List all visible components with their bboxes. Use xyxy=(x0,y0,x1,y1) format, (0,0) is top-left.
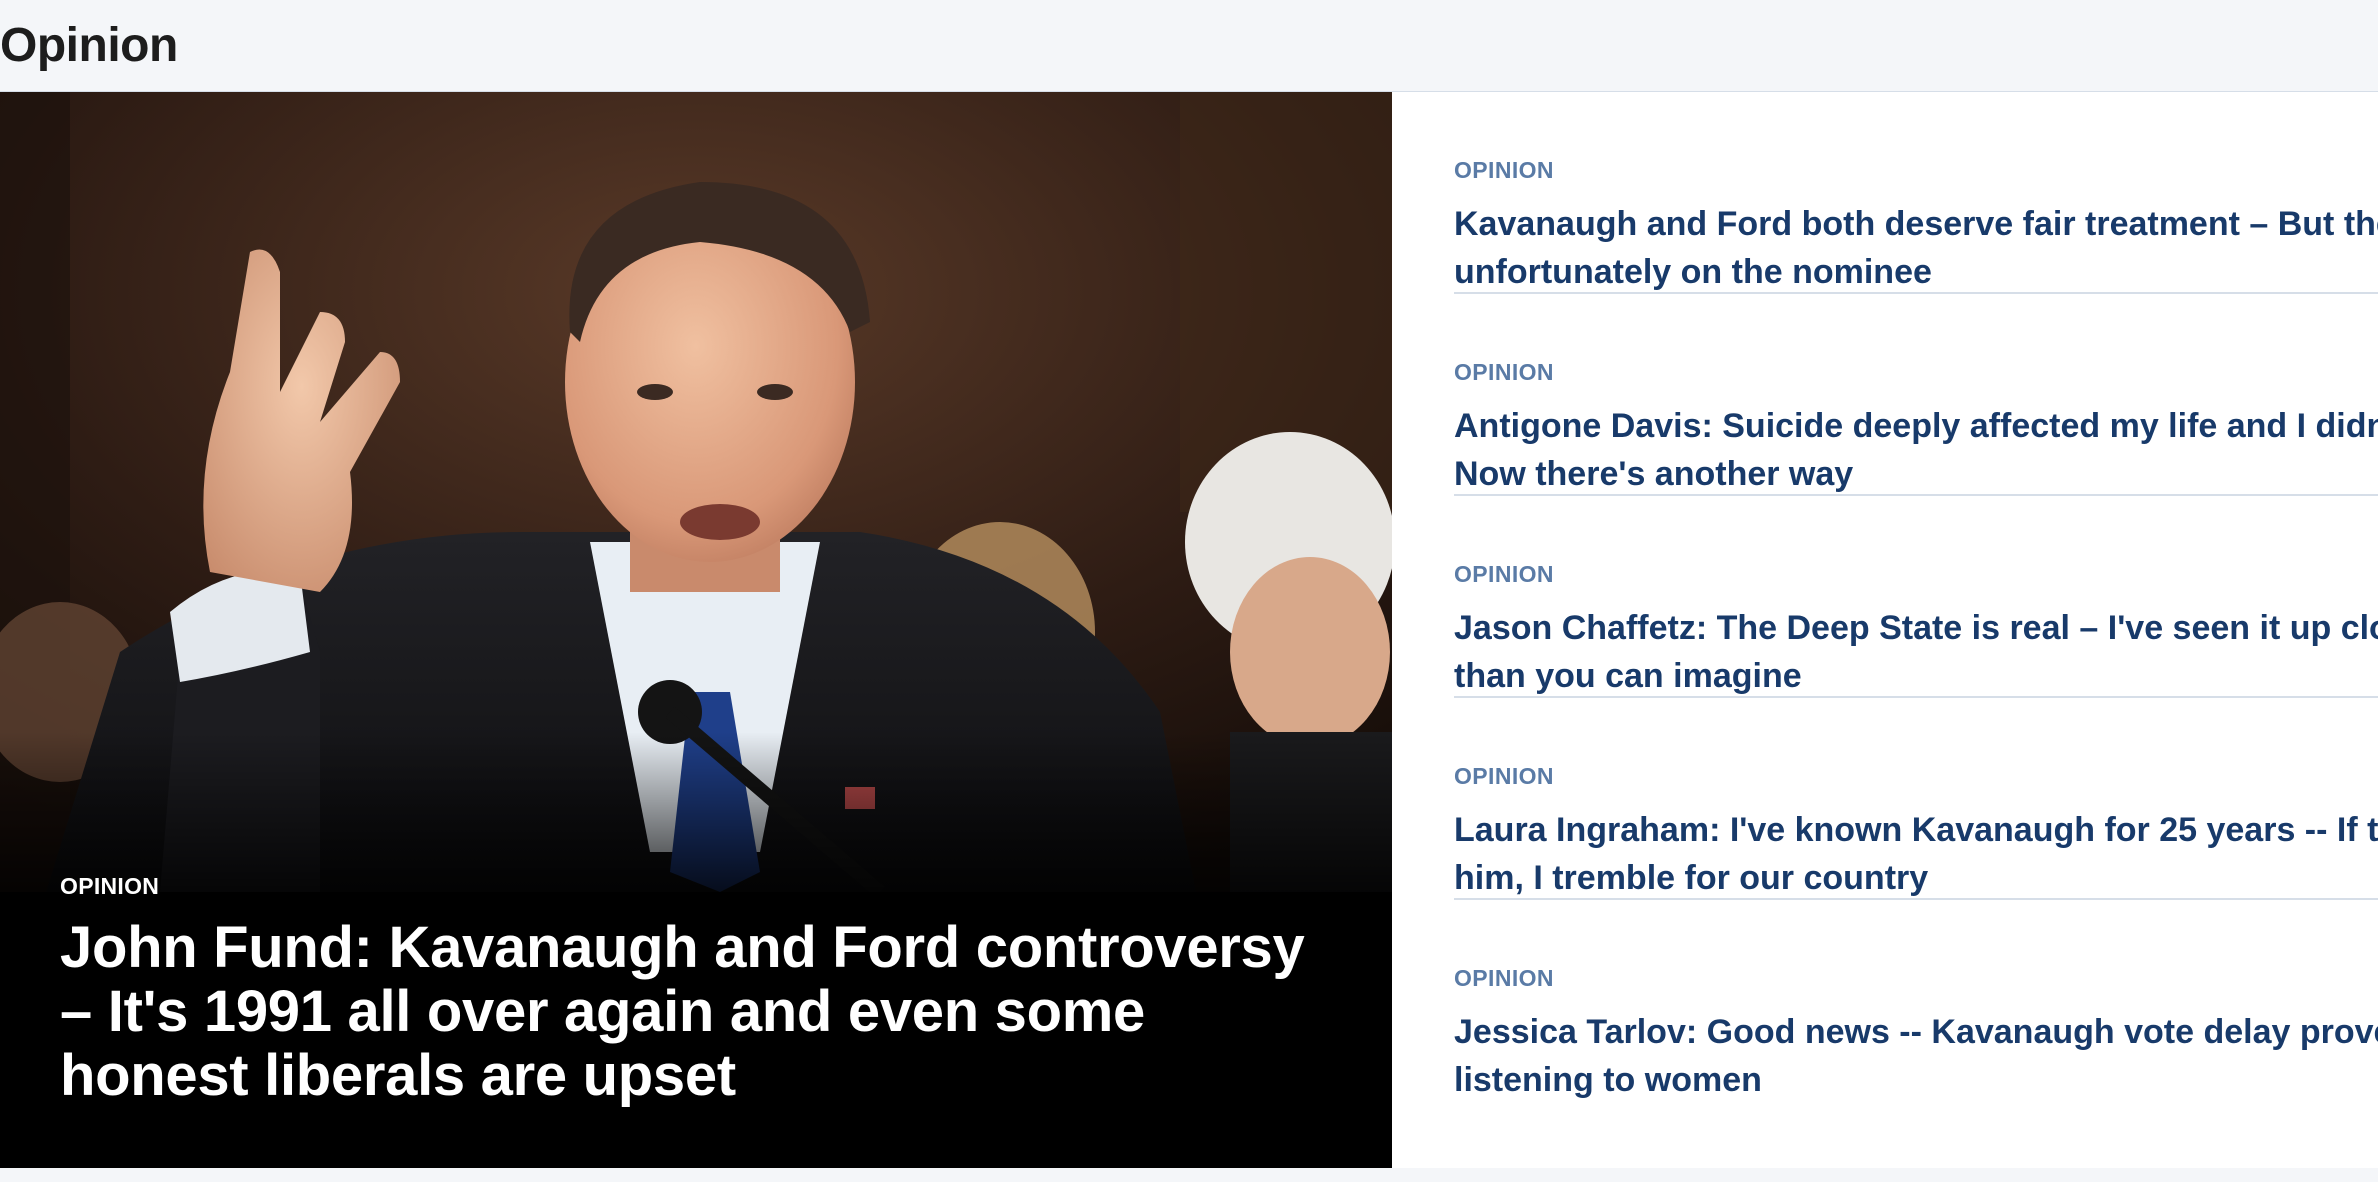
bottom-strip xyxy=(0,1168,2378,1182)
article-headline-line[interactable]: than you can imagine xyxy=(1454,652,2378,700)
article-headline-line[interactable]: unfortunately on the nominee xyxy=(1454,248,2378,296)
opinion-page: Opinion OPINION John Fund: Kavanaugh and… xyxy=(0,0,2378,1182)
article-kicker[interactable]: OPINION xyxy=(1454,560,1554,588)
article-kicker[interactable]: OPINION xyxy=(1454,762,1554,790)
list-item[interactable]: OPINION Laura Ingraham: I've known Kavan… xyxy=(1454,698,2378,900)
opinion-article-list: OPINION Kavanaugh and Ford both deserve … xyxy=(1392,92,2378,1168)
list-item[interactable]: OPINION Jessica Tarlov: Good news -- Kav… xyxy=(1454,900,2378,1102)
list-item[interactable]: OPINION Antigone Davis: Suicide deeply a… xyxy=(1454,294,2378,496)
article-headline[interactable]: Antigone Davis: Suicide deeply affected … xyxy=(1454,402,2378,498)
section-title: Opinion xyxy=(0,19,178,72)
article-kicker[interactable]: OPINION xyxy=(1454,156,1554,184)
article-headline[interactable]: Laura Ingraham: I've known Kavanaugh for… xyxy=(1454,806,2378,902)
article-headline-line[interactable]: Jason Chaffetz: The Deep State is real –… xyxy=(1454,604,2378,652)
article-headline-line[interactable]: listening to women xyxy=(1454,1056,2378,1104)
article-headline-line[interactable]: him, I tremble for our country xyxy=(1454,854,2378,902)
article-headline[interactable]: Jessica Tarlov: Good news -- Kavanaugh v… xyxy=(1454,1008,2378,1104)
hero-text-block: OPINION John Fund: Kavanaugh and Ford co… xyxy=(60,872,1340,1108)
article-headline-line[interactable]: Now there's another way xyxy=(1454,450,2378,498)
article-headline-line[interactable]: Jessica Tarlov: Good news -- Kavanaugh v… xyxy=(1454,1008,2378,1056)
article-headline-line[interactable]: Laura Ingraham: I've known Kavanaugh for… xyxy=(1454,806,2378,854)
article-kicker[interactable]: OPINION xyxy=(1454,964,1554,992)
section-header: Opinion xyxy=(0,0,2378,92)
article-headline[interactable]: Jason Chaffetz: The Deep State is real –… xyxy=(1454,604,2378,700)
hero-kicker[interactable]: OPINION xyxy=(60,872,1340,900)
hero-article[interactable]: OPINION John Fund: Kavanaugh and Ford co… xyxy=(0,92,1392,1168)
article-kicker[interactable]: OPINION xyxy=(1454,358,1554,386)
article-headline-line[interactable]: Kavanaugh and Ford both deserve fair tre… xyxy=(1454,200,2378,248)
list-item[interactable]: OPINION Jason Chaffetz: The Deep State i… xyxy=(1454,496,2378,698)
list-item[interactable]: OPINION Kavanaugh and Ford both deserve … xyxy=(1454,92,2378,294)
article-headline[interactable]: Kavanaugh and Ford both deserve fair tre… xyxy=(1454,200,2378,296)
article-headline-line[interactable]: Antigone Davis: Suicide deeply affected … xyxy=(1454,402,2378,450)
hero-headline[interactable]: John Fund: Kavanaugh and Ford controvers… xyxy=(60,916,1340,1108)
